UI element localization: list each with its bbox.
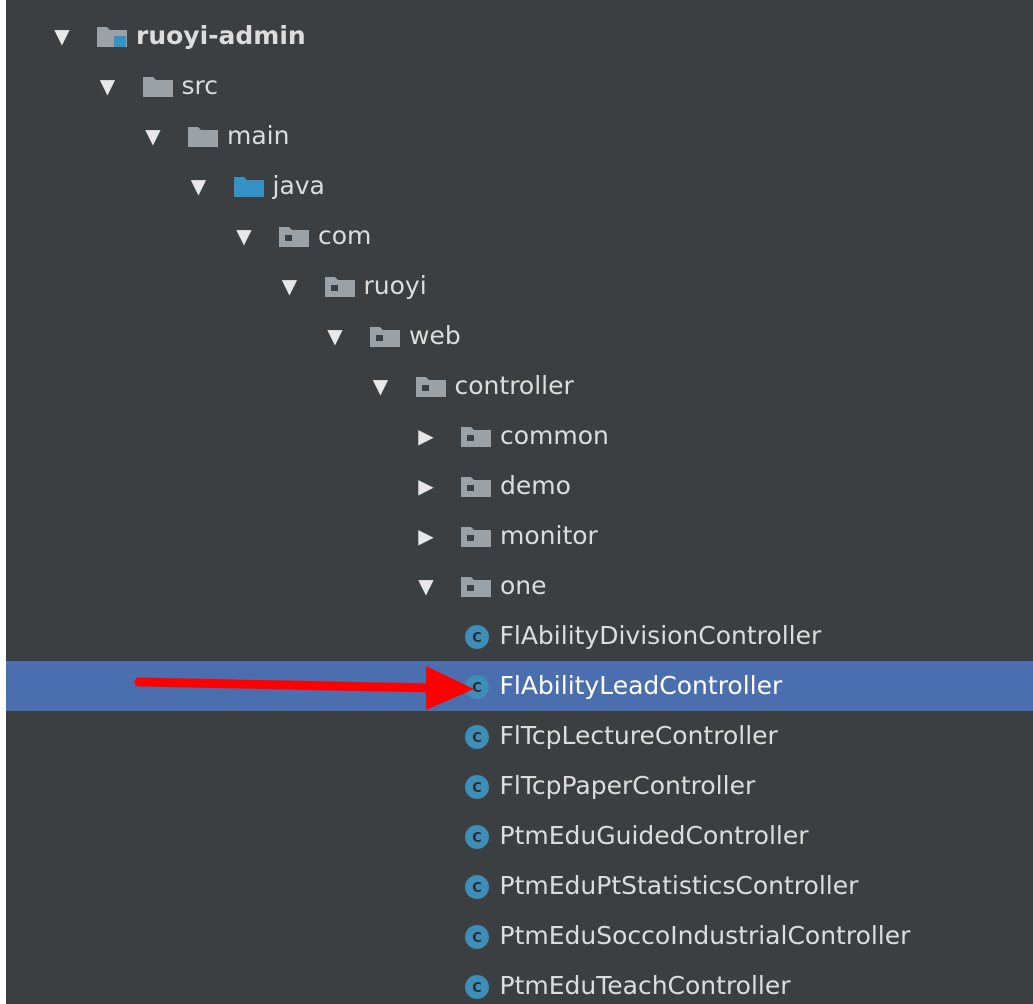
annotation-arrow-shaft [134, 677, 439, 693]
tree-row-label: FlTcpLectureController [499, 721, 778, 750]
tree-row-label: PtmEduPtStatisticsController [499, 871, 859, 900]
tree-row-label: FlAbilityLeadController [499, 671, 783, 700]
project-tree: ▼ ruoyi-admin ▼ src ▼ main ▼ java ▼ com ▼ ruoyi ▼ web… [6, 0, 1033, 1004]
tree-row-label: demo [500, 471, 571, 500]
tree-row-label: FlTcpPaperController [499, 771, 756, 800]
tree-row-label: common [500, 421, 609, 450]
tree-row-label: PtmEduGuidedController [499, 821, 809, 850]
tree-row-label: FlAbilityDivisionController [499, 621, 822, 650]
tree-row-label: PtmEduSoccoIndustrialController [499, 921, 911, 950]
tree-row-label: monitor [500, 521, 598, 550]
annotation-arrow-head [426, 666, 474, 710]
annotation-arrow [134, 666, 474, 710]
tree-row-label: one [500, 571, 547, 600]
tree-row-label: PtmEduTeachController [499, 971, 791, 1000]
